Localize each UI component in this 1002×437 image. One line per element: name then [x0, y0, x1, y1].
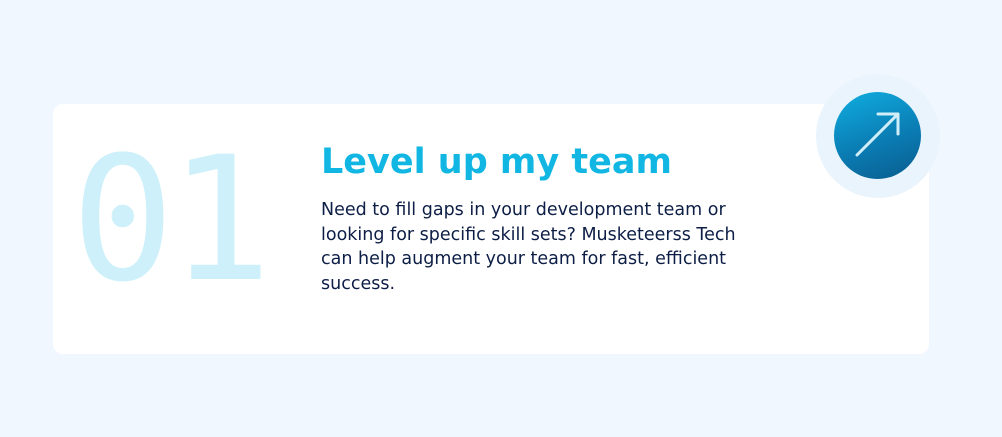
card-title: Level up my team	[321, 142, 672, 182]
service-card: 01 Level up my team Need to fill gaps in…	[53, 104, 929, 354]
card-description: Need to fill gaps in your development te…	[321, 200, 736, 294]
card-action-button[interactable]	[834, 92, 921, 179]
card-number: 01	[71, 119, 272, 320]
arrow-up-right-icon	[855, 112, 900, 157]
